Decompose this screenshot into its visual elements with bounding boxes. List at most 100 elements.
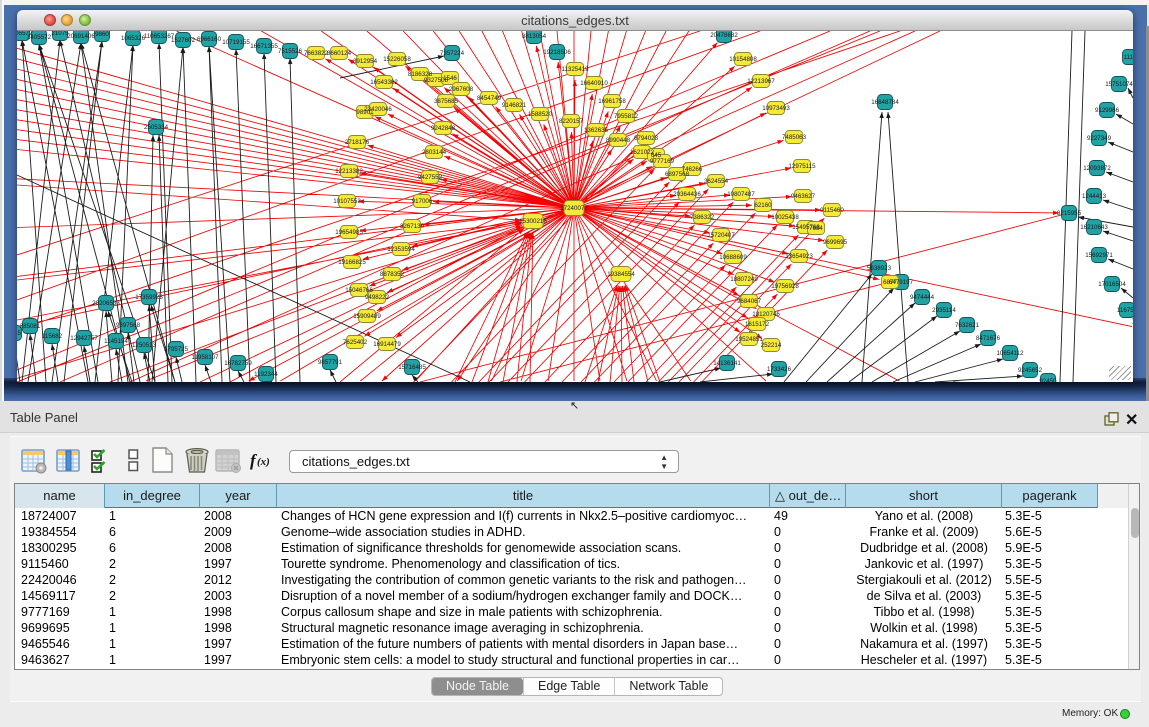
svg-text:12093872: 12093872 (1083, 165, 1111, 172)
svg-text:116753: 116753 (1117, 307, 1133, 314)
svg-text:3875685: 3875685 (434, 98, 459, 105)
svg-text:17016504: 17016504 (1098, 281, 1126, 288)
svg-text:23420046: 23420046 (364, 106, 392, 113)
svg-text:15716485: 15716485 (398, 364, 426, 371)
svg-text:20478682: 20478682 (710, 32, 738, 39)
svg-text:6794028: 6794028 (634, 135, 659, 142)
svg-text:8471676: 8471676 (976, 335, 1001, 342)
svg-text:9777169: 9777169 (650, 158, 675, 165)
svg-text:2718176: 2718176 (345, 139, 370, 146)
svg-text:1405572: 1405572 (27, 34, 52, 41)
svg-text:2803144: 2803144 (422, 149, 447, 156)
svg-text:15300215: 15300215 (519, 218, 547, 225)
svg-text:6966160: 6966160 (197, 36, 222, 43)
svg-text:10688609: 10688609 (719, 254, 747, 261)
svg-text:7386322: 7386322 (690, 214, 715, 221)
svg-text:10719155: 10719155 (222, 39, 250, 46)
svg-text:15720407: 15720407 (707, 232, 735, 239)
svg-text:9699695: 9699695 (823, 239, 848, 246)
svg-text:18807249: 18807249 (730, 276, 758, 283)
svg-text:8813054: 8813054 (522, 33, 547, 40)
svg-text:13654923: 13654923 (785, 253, 813, 260)
svg-text:285081: 285081 (20, 323, 41, 330)
svg-text:12975115: 12975115 (788, 163, 816, 170)
svg-text:1615172: 1615172 (745, 321, 770, 328)
svg-text:1145194: 1145194 (104, 338, 128, 345)
svg-text:20691406: 20691406 (67, 33, 95, 40)
svg-text:19756928: 19756928 (771, 283, 799, 290)
svg-text:7485063: 7485063 (782, 134, 807, 141)
svg-text:9684067: 9684067 (737, 298, 762, 305)
svg-text:8220157: 8220157 (559, 118, 584, 125)
svg-text:16671355: 16671355 (250, 43, 278, 50)
svg-text:7955812: 7955812 (614, 113, 639, 120)
svg-text:8878352: 8878352 (380, 271, 405, 278)
svg-text:15692971: 15692971 (1085, 252, 1113, 259)
svg-text:10154808: 10154808 (729, 56, 757, 63)
svg-text:9146821: 9146821 (502, 102, 527, 109)
svg-text:8454749: 8454749 (477, 95, 502, 102)
svg-text:9227349: 9227349 (1087, 135, 1112, 142)
svg-text:62160: 62160 (754, 202, 772, 209)
svg-text:19166825: 19166825 (338, 259, 366, 266)
svg-text:19218506: 19218506 (543, 49, 571, 56)
svg-text:16210643: 16210643 (1080, 224, 1108, 231)
svg-text:8215955: 8215955 (1057, 210, 1082, 217)
svg-text:1244413: 1244413 (1082, 193, 1107, 200)
svg-text:1362635: 1362635 (584, 127, 609, 134)
svg-text:9463627: 9463627 (791, 193, 816, 200)
svg-text:5938923: 5938923 (867, 265, 892, 272)
svg-text:3624554: 3624554 (704, 178, 729, 185)
svg-text:9242848: 9242848 (431, 125, 456, 132)
svg-text:7684: 7684 (809, 225, 823, 232)
svg-text:9857791: 9857791 (318, 359, 343, 366)
svg-text:11325419: 11325419 (561, 66, 589, 73)
svg-text:15046766: 15046766 (345, 287, 373, 294)
svg-text:16914479: 16914479 (373, 341, 401, 348)
svg-text:9115460: 9115460 (820, 207, 844, 214)
svg-text:14136141: 14136141 (713, 360, 741, 367)
svg-text:10025438: 10025438 (771, 214, 799, 221)
svg-text:19654985: 19654985 (335, 229, 363, 236)
svg-text:746266: 746266 (682, 166, 703, 173)
svg-text:3267130: 3267130 (400, 223, 425, 230)
svg-text:1795725: 1795725 (164, 346, 189, 353)
svg-text:1250513: 1250513 (132, 342, 157, 349)
svg-text:2967608: 2967608 (449, 86, 474, 93)
svg-text:7632621: 7632621 (955, 322, 980, 329)
svg-text:7515526: 7515526 (278, 48, 303, 55)
svg-text:15751074: 15751074 (1105, 81, 1133, 88)
svg-text:10654112: 10654112 (996, 350, 1024, 357)
svg-text:10107553: 10107553 (333, 198, 361, 205)
svg-text:16543362: 16543362 (370, 79, 398, 86)
svg-text:18120746: 18120746 (752, 311, 780, 318)
svg-text:9860: 9860 (95, 31, 109, 38)
svg-text:6877: 6877 (883, 279, 897, 286)
svg-text:16961758: 16961758 (598, 98, 626, 105)
svg-text:1733426: 1733426 (767, 366, 792, 373)
svg-text:3915: 3915 (17, 330, 21, 337)
svg-text:9427552: 9427552 (418, 174, 443, 181)
svg-text:12213382: 12213382 (335, 168, 363, 175)
svg-text:10807487: 10807487 (727, 191, 755, 198)
svg-text:7357224: 7357224 (440, 50, 465, 57)
svg-text:16648784: 16648784 (871, 99, 899, 106)
svg-text:20206533: 20206533 (92, 300, 120, 307)
svg-text:20364436: 20364436 (673, 191, 701, 198)
svg-text:(x): (x) (257, 456, 270, 468)
svg-text:10973493: 10973493 (762, 105, 790, 112)
svg-text:7663822: 7663822 (304, 50, 329, 57)
svg-text:1546: 1546 (443, 75, 457, 82)
svg-text:12942757: 12942757 (70, 335, 98, 342)
svg-text:8990448: 8990448 (606, 137, 631, 144)
svg-text:1112: 1112 (1124, 54, 1133, 61)
svg-text:2935114: 2935114 (932, 307, 956, 314)
svg-text:12353594: 12353594 (387, 246, 415, 253)
svg-text:252214: 252214 (761, 342, 782, 349)
svg-text:9129966: 9129966 (1095, 107, 1120, 114)
svg-text:1527602: 1527602 (171, 37, 196, 44)
svg-text:12213967: 12213967 (747, 78, 775, 85)
svg-text:9397568: 9397568 (116, 322, 141, 329)
svg-text:8660124: 8660124 (327, 50, 352, 57)
svg-text:1192344: 1192344 (254, 371, 278, 378)
